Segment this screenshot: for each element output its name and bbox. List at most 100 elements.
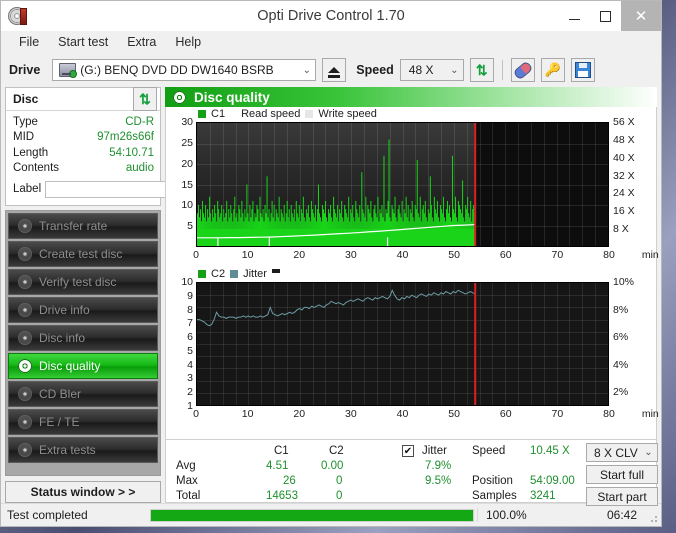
x-tick: 30 — [345, 408, 357, 420]
disc-row-mid: MID 97m26s66f — [13, 130, 154, 146]
erase-button[interactable] — [511, 58, 535, 82]
progress-bar — [150, 509, 474, 522]
disc-row-key: MID — [13, 131, 34, 143]
x-tick: 40 — [397, 408, 409, 420]
stats-max-c2: 0 — [336, 475, 342, 487]
drive-label: Drive — [9, 63, 40, 77]
y-tick: 2 — [187, 386, 193, 398]
menu-extra[interactable]: Extra — [119, 33, 164, 51]
minimize-icon — [569, 19, 580, 20]
y-tick-right: 2% — [613, 386, 628, 398]
legend-swatch-c1 — [198, 110, 206, 118]
disc-icon — [18, 443, 32, 457]
eject-icon — [328, 67, 340, 73]
sidebar-item-label: Transfer rate — [39, 219, 107, 233]
stats-row-label-max: Max — [176, 475, 198, 487]
menu-file[interactable]: File — [11, 33, 47, 51]
y-tick-right: 40 X — [613, 152, 635, 164]
c2-y-axis-right: 10% 8% 6% 4% 2% — [609, 282, 653, 406]
y-tick-right: 16 X — [613, 205, 635, 217]
menu-help[interactable]: Help — [167, 33, 209, 51]
close-button[interactable]: ✕ — [621, 1, 661, 31]
resize-grip[interactable] — [647, 504, 661, 526]
drive-select-value: (G:) BENQ DVD DD DW1640 BSRB — [76, 63, 298, 77]
c2-plot-area — [196, 282, 609, 406]
stats-avg-c1: 4.51 — [266, 460, 288, 472]
save-icon — [575, 62, 591, 78]
toolbar-divider — [502, 60, 503, 80]
start-full-button[interactable]: Start full — [586, 465, 658, 484]
y-tick: 10 — [181, 276, 193, 288]
sidebar-item-cd-bler[interactable]: CD Bler — [8, 381, 158, 407]
stats-total-c1: 14653 — [266, 490, 298, 502]
drive-select[interactable]: (G:) BENQ DVD DD DW1640 BSRB ⌄ — [52, 59, 316, 81]
refresh-button[interactable]: ⇅ — [470, 58, 494, 82]
y-tick: 15 — [181, 179, 193, 191]
x-tick: 60 — [500, 249, 512, 261]
eraser-icon — [512, 60, 533, 80]
eject-button[interactable] — [322, 58, 346, 82]
disc-icon — [18, 359, 32, 373]
disc-icon — [18, 247, 32, 261]
window-body: Disc ⇅ Type CD-R MID 97m26s66f Length 54… — [1, 87, 661, 503]
disc-row-contents: Contents audio — [13, 161, 154, 177]
jitter-checkbox[interactable]: ✔ — [402, 445, 414, 457]
sidebar-item-disc-quality[interactable]: Disc quality — [8, 353, 158, 379]
refresh-icon: ⇅ — [476, 63, 488, 77]
test-navigation: Transfer rate Create test disc Verify te… — [5, 210, 161, 476]
plug-icon: 🔑 — [545, 62, 561, 78]
disc-row-key: Contents — [13, 162, 59, 174]
sidebar-item-create-test-disc[interactable]: Create test disc — [8, 241, 158, 267]
elapsed-time: 06:42 — [557, 508, 647, 522]
y-tick: 9 — [187, 290, 193, 302]
sidebar-item-fe-te[interactable]: FE / TE — [8, 409, 158, 435]
x-tick: 10 — [242, 408, 254, 420]
x-tick: 20 — [293, 249, 305, 261]
charts-container: C1 Read speed Write speed 30 25 20 15 10 — [165, 107, 657, 440]
disc-row-value: 54:10.71 — [109, 147, 154, 159]
maximize-button[interactable] — [590, 1, 621, 31]
speed-select-value: 48 X — [405, 63, 446, 77]
sidebar-item-drive-info[interactable]: Drive info — [8, 297, 158, 323]
disc-label-row: Label — [13, 178, 154, 200]
sidebar-item-extra-tests[interactable]: Extra tests — [8, 437, 158, 463]
y-tick-right: 4% — [613, 359, 628, 371]
disc-properties: Type CD-R MID 97m26s66f Length 54:10.71 … — [6, 111, 160, 205]
drive-toolbar: Drive (G:) BENQ DVD DD DW1640 BSRB ⌄ Spe… — [1, 53, 661, 87]
y-tick-right: 6% — [613, 331, 628, 343]
jitter-label: Jitter — [422, 445, 447, 457]
status-bar: Test completed 100.0% 06:42 — [1, 503, 661, 526]
y-tick: 5 — [187, 345, 193, 357]
x-axis-unit: min — [642, 408, 659, 420]
disc-info-panel: Disc ⇅ Type CD-R MID 97m26s66f Length 54… — [5, 87, 161, 206]
disc-refresh-button[interactable]: ⇅ — [133, 87, 157, 111]
plug-button[interactable]: 🔑 — [541, 58, 565, 82]
y-tick: 10 — [181, 199, 193, 211]
legend-label-write-speed: Write speed — [318, 108, 377, 120]
position-value: 54:09.00 — [530, 475, 575, 487]
c1-plot-area — [196, 122, 609, 247]
sidebar-item-verify-test-disc[interactable]: Verify test disc — [8, 269, 158, 295]
y-tick: 5 — [187, 220, 193, 232]
nav-spacer — [8, 465, 158, 473]
disc-icon — [18, 219, 32, 233]
minimize-button[interactable] — [559, 1, 590, 31]
c2-canvas — [197, 283, 608, 405]
write-strategy-select[interactable]: 8 X CLV ⌄ — [586, 443, 658, 462]
speed-label: Speed — [356, 63, 394, 77]
disc-icon — [18, 331, 32, 345]
status-window-button[interactable]: Status window > > — [5, 481, 161, 503]
disc-row-length: Length 54:10.71 — [13, 145, 154, 161]
x-tick: 50 — [448, 408, 460, 420]
speed-value: 10.45 X — [530, 445, 570, 457]
save-button[interactable] — [571, 58, 595, 82]
y-tick: 7 — [187, 317, 193, 329]
sidebar-item-disc-info[interactable]: Disc info — [8, 325, 158, 351]
x-tick: 20 — [293, 408, 305, 420]
sidebar-item-label: Extra tests — [39, 443, 96, 457]
sidebar-item-transfer-rate[interactable]: Transfer rate — [8, 213, 158, 239]
menu-bar: File Start test Extra Help — [1, 31, 661, 53]
speed-select[interactable]: 48 X ⌄ — [400, 59, 464, 81]
menu-start-test[interactable]: Start test — [50, 33, 116, 51]
x-tick: 80 — [603, 408, 615, 420]
